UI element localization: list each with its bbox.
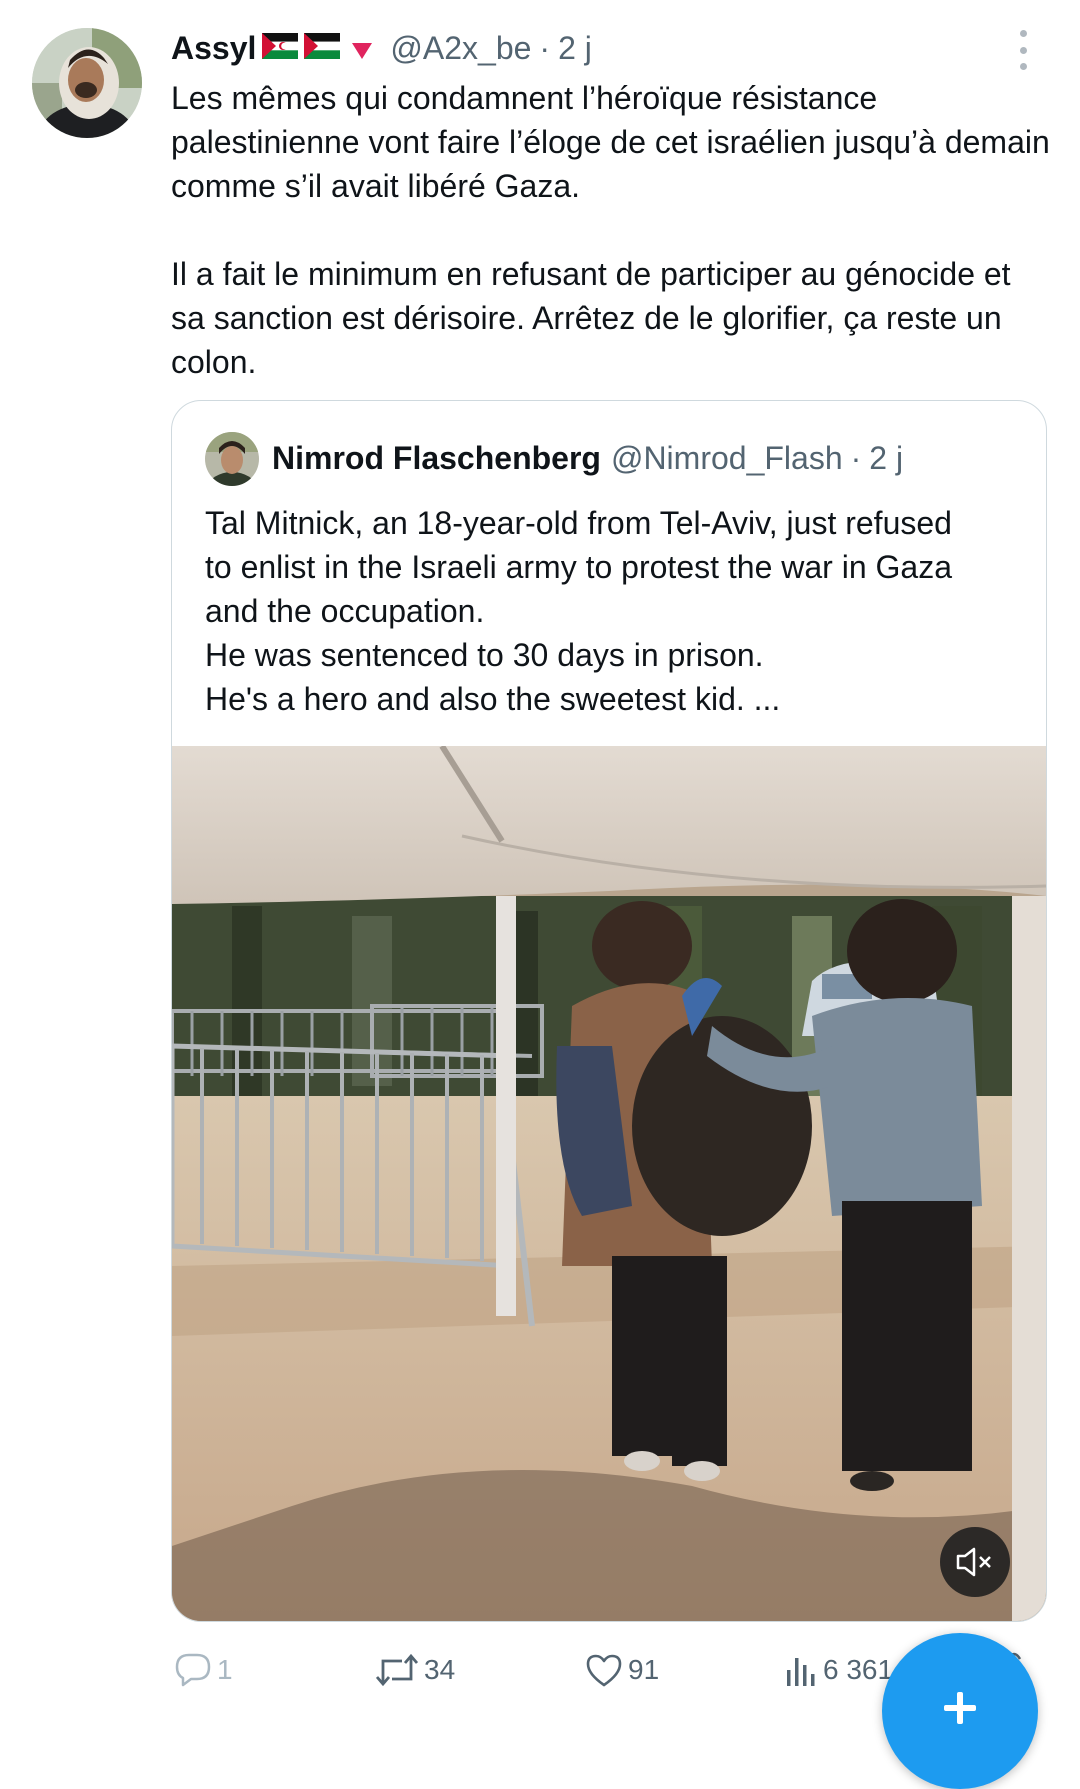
avatar-photo [32,28,142,138]
like-button[interactable]: 91 [584,1645,659,1695]
author-avatar[interactable] [32,28,142,138]
reply-icon [175,1653,211,1687]
separator: · [850,439,862,476]
quoted-tweet[interactable]: Nimrod Flaschenberg @Nimrod_Flash · 2 j … [171,400,1047,1622]
quoted-author-name[interactable]: Nimrod Flaschenberg [272,440,601,477]
quoted-text: Tal Mitnick, an 18-year-old from Tel-Avi… [205,501,1025,721]
quoted-line: He was sentenced to 30 days in prison. [205,637,764,673]
more-vertical-icon[interactable] [1008,30,1038,70]
western-sahara-flag-icon [262,30,299,67]
quoted-author-handle[interactable]: @Nimrod_Flash [611,440,843,477]
author-name[interactable]: Assyl [171,30,256,67]
retweet-icon [375,1653,419,1687]
compose-button[interactable] [882,1633,1038,1789]
tweet-text: Les mêmes qui condamnent l’héroïque rési… [171,76,1051,384]
tweet-time[interactable]: 2 j [558,30,592,67]
avatar-photo [205,432,259,486]
reply-button[interactable]: 1 [173,1645,233,1695]
views-count: 6 361 [823,1654,894,1685]
like-count: 91 [628,1654,660,1685]
video-player[interactable] [172,744,1046,1621]
quoted-header: Nimrod Flaschenberg @Nimrod_Flash · 2 j [272,436,903,480]
views-button[interactable]: 6 361 [783,1645,893,1695]
tweet-paragraph: Il a fait le minimum en refusant de part… [171,256,1011,380]
quoted-author-avatar[interactable] [205,432,259,486]
video-frame [172,744,1046,1621]
heart-icon [586,1654,622,1687]
quoted-time[interactable]: 2 j [869,440,903,477]
separator: · [539,29,551,66]
palestine-flag-icon [304,30,341,67]
muted-speaker-icon [956,1547,991,1577]
mute-button[interactable] [940,1527,1010,1597]
quoted-line: Tal Mitnick, an 18-year-old from Tel-Avi… [205,505,952,541]
tweet-paragraph: Les mêmes qui condamnent l’héroïque rési… [171,80,1050,204]
quoted-line: He's a hero and also the sweetest kid. .… [205,681,781,717]
author-handle[interactable]: @A2x_be [390,30,531,67]
tweet-header: Assyl @A2x_be · 2 j [171,26,592,70]
retweet-button[interactable]: 34 [374,1645,455,1695]
reply-count: 1 [217,1654,233,1685]
views-icon [787,1658,815,1686]
quoted-line: and the occupation. [205,593,485,629]
red-triangle-icon [352,30,373,67]
quoted-line: to enlist in the Israeli army to protest… [205,549,952,585]
retweet-count: 34 [424,1654,456,1685]
